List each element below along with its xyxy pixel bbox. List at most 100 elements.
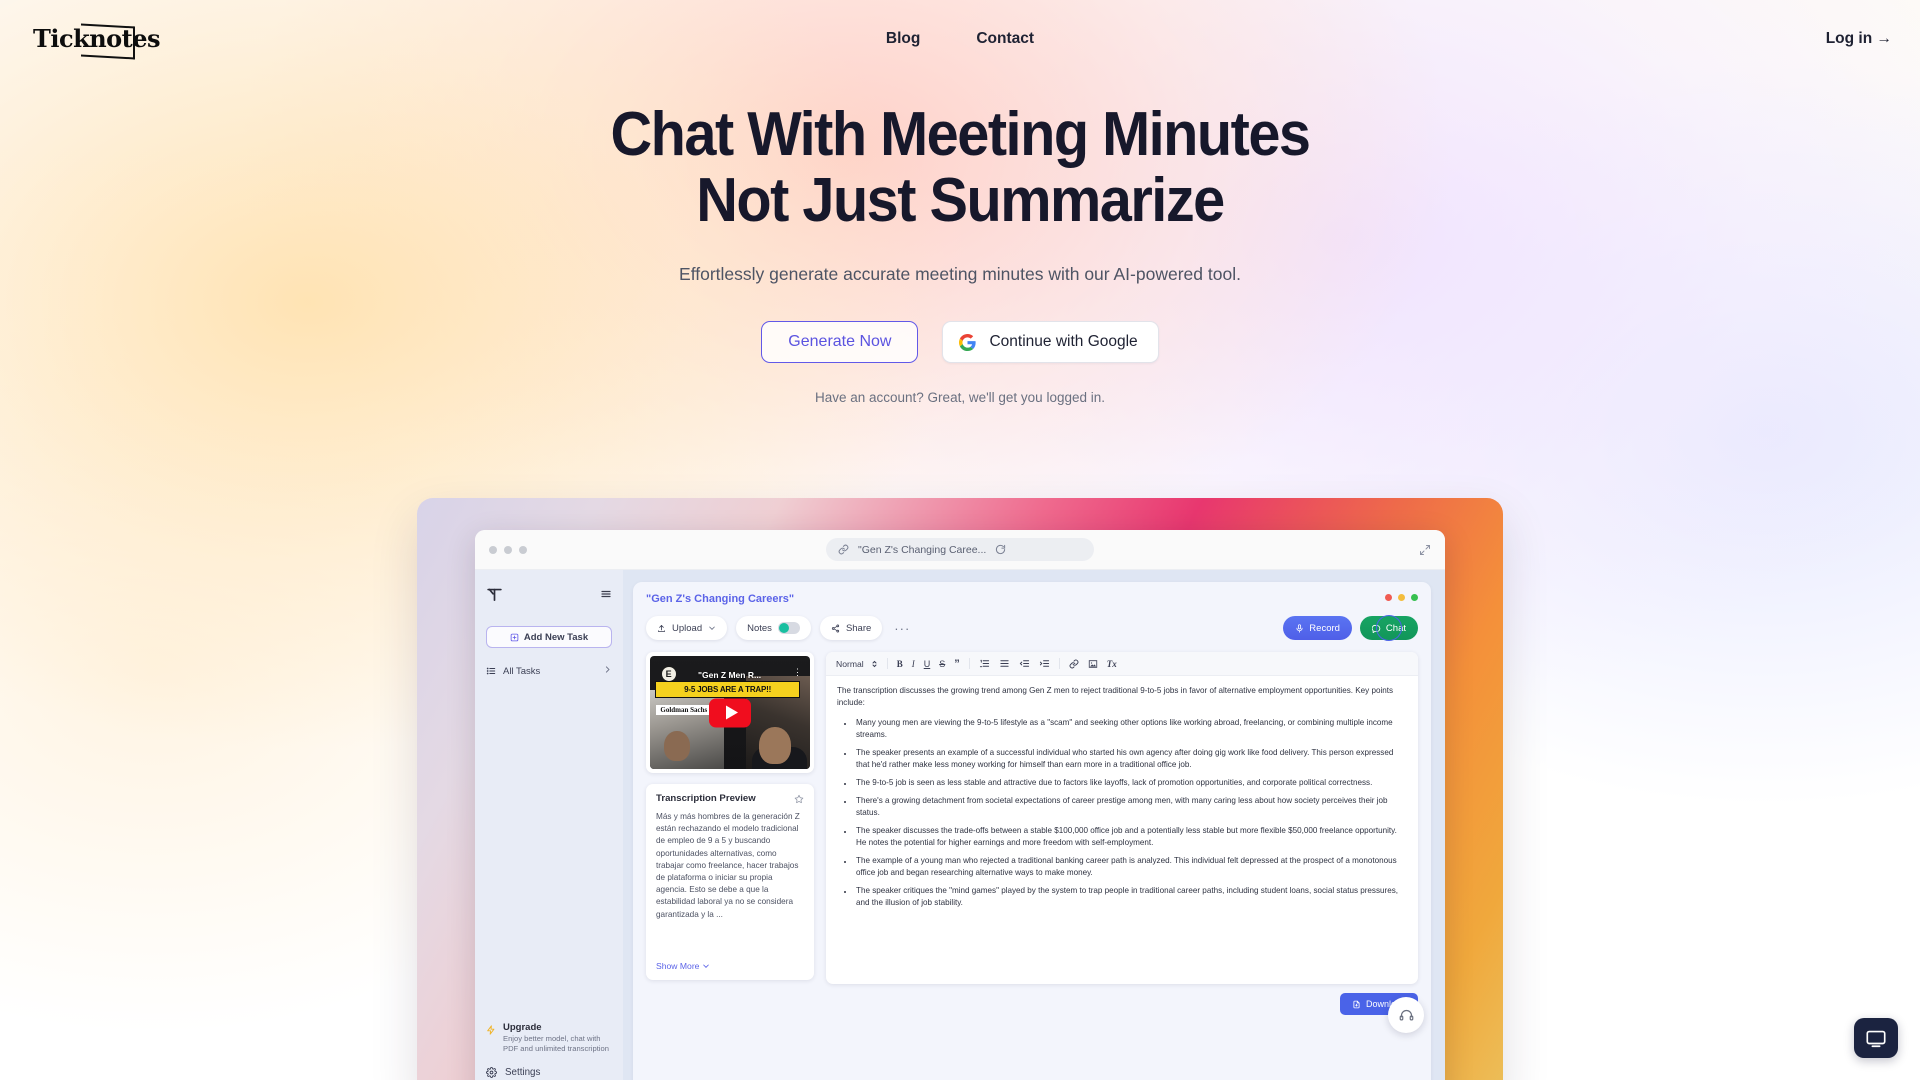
- file-download-icon: [1352, 1000, 1361, 1009]
- strikethrough-button[interactable]: S: [939, 659, 945, 669]
- editor-intro-paragraph: The transcription discusses the growing …: [837, 686, 1394, 707]
- list-item: There's a growing detachment from societ…: [854, 795, 1407, 819]
- sidebar-item-upgrade[interactable]: Upgrade Enjoy better model, chat with PD…: [486, 1022, 612, 1054]
- hamburger-icon[interactable]: [600, 588, 612, 600]
- document-toolbar: Upload Notes Share ··· Record Chat: [646, 615, 1418, 641]
- editor-toolbar: Normal B I U S ” Tx: [826, 652, 1418, 676]
- transcription-body: Más y más hombres de la generación Z est…: [656, 812, 800, 919]
- reload-icon[interactable]: [995, 544, 1006, 555]
- video-card: E "Gen Z Men R... ⋮ 9-5 JOBS ARE A TRAP!…: [646, 652, 814, 773]
- upload-icon: [657, 624, 666, 633]
- transcription-header: Transcription Preview: [656, 793, 804, 804]
- video-source-label: Goldman Sachs: [656, 704, 712, 715]
- top-navigation: Ticknotes Blog Contact Log in →: [0, 0, 1920, 86]
- add-new-task-button[interactable]: Add New Task: [486, 626, 612, 648]
- browser-dot-close: [489, 545, 497, 554]
- bullet-list-icon[interactable]: [999, 658, 1010, 669]
- app-main: "Gen Z's Changing Careers" Upload Notes …: [623, 570, 1445, 1080]
- star-icon[interactable]: [794, 794, 804, 804]
- share-icon: [831, 624, 840, 633]
- headset-support-icon: [1865, 1027, 1887, 1049]
- workspace-content: E "Gen Z Men R... ⋮ 9-5 JOBS ARE A TRAP!…: [646, 652, 1424, 1033]
- outdent-icon[interactable]: [1019, 658, 1030, 669]
- share-label: Share: [845, 622, 872, 634]
- product-screenshot: "Gen Z's Changing Caree... Add New Task …: [475, 530, 1445, 1080]
- sidebar-header: [486, 582, 612, 606]
- record-button[interactable]: Record: [1283, 616, 1352, 640]
- window-dot-green[interactable]: [1411, 594, 1418, 601]
- browser-url-bar[interactable]: "Gen Z's Changing Caree...: [826, 538, 1094, 561]
- window-controls: [1385, 594, 1418, 601]
- bold-button[interactable]: B: [897, 659, 903, 669]
- hero-section: Chat With Meeting Minutes Not Just Summa…: [0, 104, 1920, 406]
- app-sidebar: Add New Task All Tasks Upgrade Enjoy bet…: [475, 570, 623, 1080]
- left-panel: E "Gen Z Men R... ⋮ 9-5 JOBS ARE A TRAP!…: [646, 652, 814, 1019]
- chat-button[interactable]: Chat: [1359, 615, 1418, 641]
- expand-icon[interactable]: [1419, 544, 1431, 556]
- logo-text: Ticknotes: [33, 24, 161, 53]
- record-label: Record: [1309, 622, 1340, 634]
- login-link[interactable]: Log in →: [1826, 30, 1892, 48]
- transcription-preview-card: Transcription Preview Más y más hombres …: [646, 784, 814, 980]
- continue-with-google-button[interactable]: Continue with Google: [942, 321, 1159, 363]
- kebab-menu-icon[interactable]: ⋮: [793, 668, 802, 677]
- blockquote-button[interactable]: ”: [954, 658, 960, 670]
- notes-toggle-switch[interactable]: [777, 622, 800, 634]
- browser-chrome: "Gen Z's Changing Caree...: [475, 530, 1445, 570]
- video-person-left: [664, 731, 691, 762]
- transcription-title: Transcription Preview: [656, 793, 756, 804]
- nav-link-blog[interactable]: Blog: [886, 30, 920, 48]
- play-icon[interactable]: [709, 698, 751, 727]
- image-icon[interactable]: [1088, 659, 1098, 669]
- stepper-icon: [871, 659, 878, 669]
- app-body: Add New Task All Tasks Upgrade Enjoy bet…: [475, 570, 1445, 1080]
- upload-label: Upload: [672, 622, 703, 634]
- nav-link-contact[interactable]: Contact: [976, 30, 1034, 48]
- browser-dot-minimize: [504, 545, 512, 554]
- sidebar-item-all-tasks[interactable]: All Tasks: [486, 662, 612, 680]
- share-button[interactable]: Share: [819, 616, 883, 640]
- upgrade-subtitle: Enjoy better model, chat with PDF and un…: [503, 1034, 609, 1053]
- show-more-button[interactable]: Show More: [656, 961, 710, 971]
- settings-label: Settings: [505, 1067, 541, 1078]
- generate-now-button[interactable]: Generate Now: [761, 321, 919, 363]
- notes-toggle-button[interactable]: Notes: [736, 616, 811, 640]
- window-dot-yellow[interactable]: [1398, 594, 1405, 601]
- browser-traffic-lights: [489, 545, 527, 554]
- browser-url-text: "Gen Z's Changing Caree...: [858, 543, 987, 556]
- headline-line-1: Chat With Meeting Minutes: [610, 100, 1310, 169]
- notes-label: Notes: [747, 622, 772, 634]
- editor-content[interactable]: The transcription discusses the growing …: [826, 676, 1418, 924]
- text-style-dropdown[interactable]: Normal: [836, 659, 878, 669]
- support-chat-widget[interactable]: [1854, 1018, 1898, 1058]
- link-icon[interactable]: [1069, 659, 1079, 669]
- chevron-down-icon: [708, 624, 716, 632]
- window-dot-red[interactable]: [1385, 594, 1392, 601]
- clear-format-button[interactable]: Tx: [1107, 659, 1117, 669]
- toggle-knob: [778, 623, 789, 633]
- ticknotes-mark-icon[interactable]: [486, 586, 503, 603]
- sidebar-item-settings[interactable]: Settings: [486, 1067, 612, 1078]
- link-icon: [838, 544, 849, 555]
- gear-icon: [486, 1067, 497, 1078]
- list-item: The speaker presents an example of a suc…: [854, 747, 1407, 771]
- italic-button[interactable]: I: [912, 659, 915, 669]
- list-item: The example of a young man who rejected …: [854, 855, 1407, 879]
- floating-action-overlay[interactable]: [1388, 997, 1424, 1033]
- show-more-label: Show More: [656, 961, 700, 971]
- ordered-list-icon[interactable]: [979, 658, 990, 669]
- headline-line-2: Not Just Summarize: [696, 166, 1225, 235]
- list-item: Many young men are viewing the 9-to-5 li…: [854, 717, 1407, 741]
- browser-dot-maximize: [519, 545, 527, 554]
- more-options-button[interactable]: ···: [891, 621, 913, 636]
- toolbar-divider: [1058, 658, 1060, 669]
- upload-button[interactable]: Upload: [646, 616, 728, 640]
- video-thumbnail[interactable]: E "Gen Z Men R... ⋮ 9-5 JOBS ARE A TRAP!…: [650, 656, 810, 769]
- video-person-right: [758, 727, 791, 765]
- cta-row: Generate Now Continue with Google: [0, 321, 1920, 363]
- login-helper-text: Have an account? Great, we'll get you lo…: [814, 390, 1105, 405]
- ticknotes-logo[interactable]: Ticknotes: [33, 22, 161, 60]
- indent-icon[interactable]: [1039, 658, 1050, 669]
- headset-support-icon: [1399, 1008, 1414, 1023]
- underline-button[interactable]: U: [924, 659, 931, 669]
